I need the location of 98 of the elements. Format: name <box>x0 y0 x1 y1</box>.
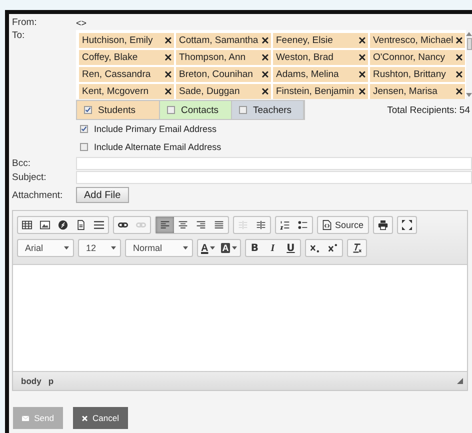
scroll-down-icon[interactable] <box>466 93 472 97</box>
caret-icon <box>183 246 188 250</box>
recipient-name: Rushton, Brittany <box>373 69 446 80</box>
caret-icon <box>64 246 69 250</box>
underline-button[interactable]: U <box>282 240 300 256</box>
remove-button[interactable]: ✕ <box>358 52 366 64</box>
close-icon <box>82 414 88 422</box>
align-right-icon <box>196 220 206 230</box>
caret-icon <box>111 246 116 250</box>
remove-button[interactable]: ✕ <box>358 34 366 46</box>
checkbox[interactable] <box>80 143 88 151</box>
recipient-name: Coffey, Blake <box>82 52 138 63</box>
filter-tab[interactable]: Contacts <box>160 101 232 119</box>
scroll-up-icon[interactable] <box>466 32 472 36</box>
maximize-icon <box>402 220 412 230</box>
recipient-name: Sade, Duggan <box>179 86 240 97</box>
recipient-name: Breton, Counihan <box>179 69 253 80</box>
subject-field[interactable] <box>76 171 472 184</box>
field-label: To: <box>12 30 26 41</box>
remove-button[interactable]: ✕ <box>164 86 172 98</box>
remove-button[interactable]: ✕ <box>358 86 366 98</box>
bcc-field[interactable] <box>76 157 472 170</box>
recipient-name: Cottam, Samantha <box>179 35 258 46</box>
rule-icon <box>94 220 104 230</box>
align-left-icon <box>160 220 170 230</box>
remove-button[interactable]: ✕ <box>455 68 463 80</box>
flash-icon <box>58 220 68 230</box>
envelope-icon <box>22 414 30 422</box>
remove-button[interactable]: ✕ <box>455 52 463 64</box>
align-left-button[interactable] <box>156 217 174 233</box>
source-button[interactable]: Source <box>318 217 368 233</box>
text-color-button[interactable]: A <box>198 240 218 256</box>
background-color-button[interactable]: A <box>218 240 240 256</box>
remove-button[interactable]: ✕ <box>164 34 172 46</box>
remove-button[interactable]: ✕ <box>455 86 463 98</box>
recipient-name: Weston, Brad <box>276 52 334 63</box>
align-center-icon <box>178 220 188 230</box>
subscript-icon <box>310 243 320 253</box>
field-label: From: <box>12 17 38 28</box>
remove-button[interactable]: ✕ <box>164 68 172 80</box>
unlink-icon <box>136 220 146 230</box>
recipient-name: Ventresco, Michael <box>373 35 454 46</box>
recipient-name: Adams, Melina <box>276 69 339 80</box>
link-icon <box>118 220 128 230</box>
checkbox[interactable] <box>239 106 247 114</box>
element-path[interactable]: p <box>48 376 54 386</box>
filter-tab[interactable]: Students <box>77 101 160 119</box>
recipient-name: Kent, Mcgovern <box>82 86 149 97</box>
scrollbar[interactable] <box>466 30 472 99</box>
recipient-name: O'Connor, Nancy <box>373 52 446 63</box>
checkbox[interactable] <box>80 125 88 133</box>
remove-button[interactable]: ✕ <box>261 68 269 80</box>
checkbox-label: Include Primary Email Address <box>94 124 217 134</box>
page-icon <box>76 220 86 230</box>
remove-button[interactable]: ✕ <box>455 34 463 46</box>
recipient-name: Feeney, Elsie <box>276 35 333 46</box>
remove-button[interactable]: ✕ <box>164 52 172 64</box>
remove-button[interactable]: ✕ <box>261 34 269 46</box>
image-icon <box>40 220 50 230</box>
format-dropdown[interactable]: Normal <box>125 239 193 257</box>
table-icon <box>22 220 32 230</box>
remove-button[interactable]: ✕ <box>261 52 269 64</box>
recipient-name: Ren, Cassandra <box>82 69 151 80</box>
caret-icon <box>232 246 237 250</box>
bulleted-list-icon <box>298 220 308 230</box>
outdent-icon <box>238 220 248 230</box>
add-file-button[interactable]: Add File <box>76 187 129 203</box>
superscript-icon <box>328 243 338 253</box>
checkbox[interactable] <box>167 106 175 114</box>
remove-button[interactable]: ✕ <box>358 68 366 80</box>
recipient-name: Hutchison, Emily <box>82 35 153 46</box>
indent-icon <box>256 220 266 230</box>
size-dropdown[interactable]: 12 <box>78 239 121 257</box>
numbered-list-icon <box>280 220 290 230</box>
source-icon <box>322 220 332 230</box>
recipient-count: Total Recipients: 54 <box>387 104 470 116</box>
element-path[interactable]: body <box>21 376 42 386</box>
scroll-thumb[interactable] <box>466 38 472 50</box>
field-label: Attachment: <box>12 190 64 200</box>
checkbox[interactable] <box>84 106 92 114</box>
font-dropdown[interactable]: Arial <box>17 239 74 257</box>
justify-icon <box>214 220 224 230</box>
sender-address: <> <box>76 18 87 28</box>
bold-button[interactable]: B <box>246 240 264 256</box>
recipient-name: Thompson, Ann <box>179 52 246 63</box>
cancel-button[interactable]: Cancel <box>73 407 128 429</box>
italic-button[interactable]: I <box>264 240 282 256</box>
filter-tab[interactable]: Teachers <box>232 101 304 119</box>
remove-button[interactable]: ✕ <box>261 86 269 98</box>
resize-handle-icon[interactable] <box>457 378 463 384</box>
field-label: Subject: <box>12 172 48 183</box>
recipient-name: Finstein, Benjamin <box>276 86 354 97</box>
recipient-name: Jensen, Marisa <box>373 86 438 97</box>
caret-icon <box>210 246 216 250</box>
remove-format-icon <box>352 243 362 253</box>
field-label: Bcc: <box>12 158 32 169</box>
print-icon <box>378 220 388 230</box>
checkbox-label: Include Alternate Email Address <box>94 142 222 152</box>
